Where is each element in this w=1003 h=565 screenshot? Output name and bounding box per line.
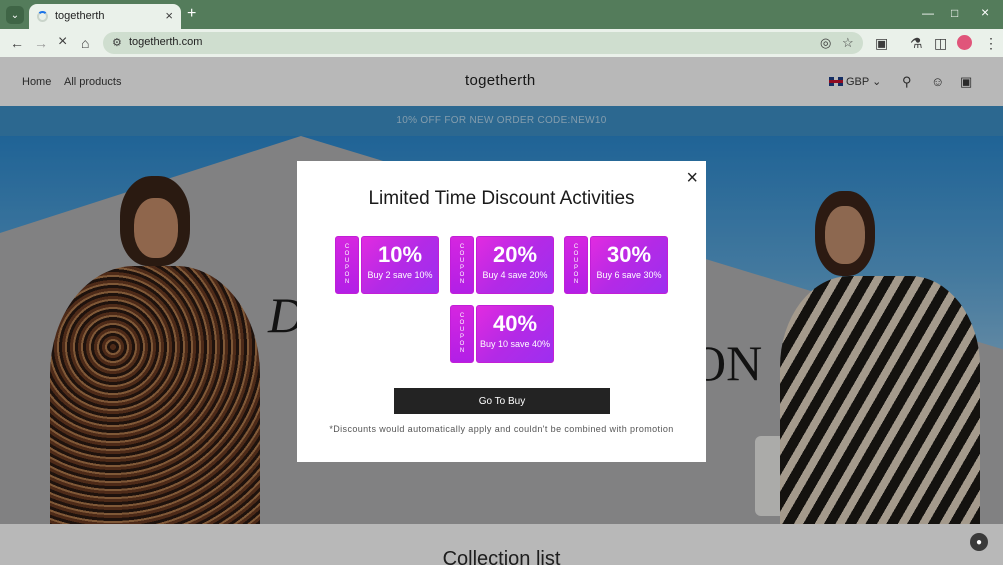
coupon-percent: 40% bbox=[492, 311, 538, 336]
close-window-icon[interactable]: × bbox=[981, 4, 989, 20]
stop-icon[interactable]: × bbox=[58, 33, 67, 51]
extensions-icon[interactable]: ▣ bbox=[875, 35, 888, 52]
coupon-stub: COUPON bbox=[335, 236, 359, 294]
coupon-10[interactable]: COUPON 10% Buy 2 save 10% bbox=[335, 236, 439, 294]
site-info-icon[interactable]: ⚙ bbox=[112, 36, 122, 49]
close-icon[interactable]: × bbox=[686, 167, 698, 190]
close-tab-icon[interactable]: × bbox=[165, 8, 173, 23]
coupon-40[interactable]: COUPON 40% Buy 10 save 40% bbox=[450, 305, 554, 363]
browser-toolbar: ← → × ⌂ ⚙ togetherth.com ◎ ☆ ▣ ⚗ ◫ ⋮ bbox=[0, 29, 1003, 57]
coupon-30[interactable]: COUPON 30% Buy 6 save 30% bbox=[564, 236, 668, 294]
bookmark-star-icon[interactable]: ☆ bbox=[842, 35, 854, 51]
go-to-buy-button[interactable]: Go To Buy bbox=[394, 388, 610, 414]
url-text: togetherth.com bbox=[129, 36, 203, 48]
coupon-description: Buy 4 save 20% bbox=[482, 270, 548, 280]
coupon-description: Buy 10 save 40% bbox=[479, 339, 551, 349]
coupon-percent: 30% bbox=[606, 242, 652, 267]
browser-tab-bar: ⌄ togetherth × + — □ × bbox=[0, 0, 1003, 29]
discount-note: *Discounts would automatically apply and… bbox=[329, 424, 674, 434]
coupon-body: 30% Buy 6 save 30% bbox=[590, 236, 668, 294]
tab-title: togetherth bbox=[55, 10, 105, 22]
discount-modal: × Limited Time Discount Activities COUPO… bbox=[297, 161, 706, 462]
eye-off-icon[interactable]: ◎ bbox=[820, 35, 831, 51]
profile-avatar[interactable] bbox=[957, 35, 972, 50]
loading-spinner-icon bbox=[37, 11, 48, 22]
browser-tab[interactable]: togetherth × bbox=[29, 4, 181, 29]
labs-icon[interactable]: ⚗ bbox=[910, 35, 923, 52]
coupon-body: 20% Buy 4 save 20% bbox=[476, 236, 554, 294]
coupon-percent: 20% bbox=[492, 242, 538, 267]
back-icon[interactable]: ← bbox=[10, 35, 24, 51]
address-bar[interactable]: ⚙ togetherth.com ◎ ☆ bbox=[103, 32, 863, 54]
forward-icon[interactable]: → bbox=[34, 35, 48, 51]
coupon-description: Buy 6 save 30% bbox=[596, 270, 662, 280]
minimize-icon[interactable]: — bbox=[922, 6, 934, 20]
coupon-body: 10% Buy 2 save 10% bbox=[361, 236, 439, 294]
new-tab-icon[interactable]: + bbox=[187, 5, 196, 23]
menu-icon[interactable]: ⋮ bbox=[984, 35, 998, 52]
home-icon[interactable]: ⌂ bbox=[81, 35, 89, 51]
tab-search-button[interactable]: ⌄ bbox=[6, 6, 24, 24]
side-panel-icon[interactable]: ◫ bbox=[934, 35, 947, 52]
coupon-description: Buy 2 save 10% bbox=[367, 270, 433, 280]
chevron-down-icon: ⌄ bbox=[10, 9, 20, 21]
coupon-stub: COUPON bbox=[450, 236, 474, 294]
modal-title: Limited Time Discount Activities bbox=[368, 188, 635, 209]
coupon-stub: COUPON bbox=[450, 305, 474, 363]
coupon-20[interactable]: COUPON 20% Buy 4 save 20% bbox=[450, 236, 554, 294]
maximize-icon[interactable]: □ bbox=[951, 6, 958, 20]
coupon-percent: 10% bbox=[377, 242, 423, 267]
coupon-stub: COUPON bbox=[564, 236, 588, 294]
coupon-body: 40% Buy 10 save 40% bbox=[476, 305, 554, 363]
chat-widget-icon[interactable]: ● bbox=[970, 533, 988, 551]
